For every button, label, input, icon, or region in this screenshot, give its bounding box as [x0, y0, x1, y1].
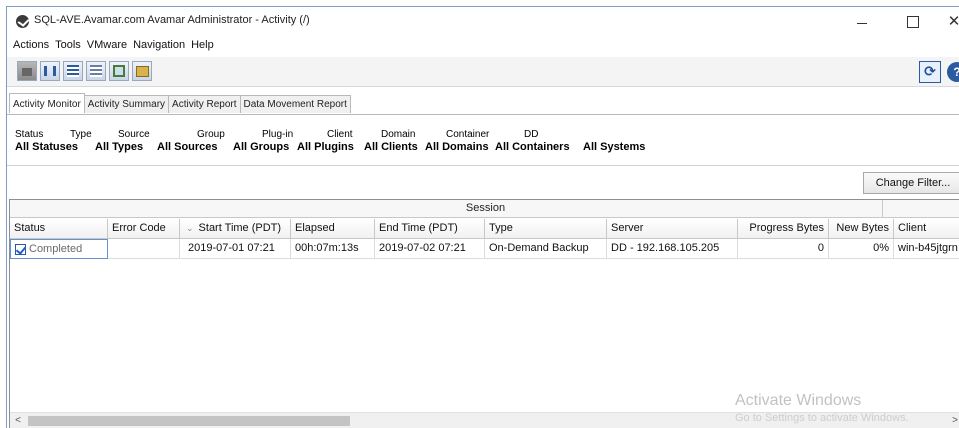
tab-activity-monitor[interactable]: Activity Monitor	[9, 93, 85, 113]
menu-vmware[interactable]: VMware	[87, 37, 127, 55]
filter-divider	[7, 165, 959, 166]
column-header-new-bytes[interactable]: New Bytes	[829, 219, 894, 239]
change-filter-button[interactable]: Change Filter...	[863, 172, 959, 194]
filter-label-domain: Domain	[381, 129, 416, 140]
cell-elapsed: 00h:07m:13s	[291, 239, 375, 259]
help-icon: ?	[953, 65, 959, 79]
scroll-left-arrow-icon[interactable]: <	[10, 413, 26, 428]
status-value: Completed	[29, 243, 83, 255]
column-header-start-time[interactable]: ⌄ Start Time (PDT)	[180, 219, 291, 239]
export-button[interactable]	[132, 61, 152, 81]
disabled-action-icon	[22, 68, 32, 76]
group-header-spacer	[882, 200, 959, 218]
close-button[interactable]: ✕	[939, 11, 959, 31]
filter-value-domain: All Domains	[425, 141, 489, 153]
menu-actions[interactable]: Actions	[13, 37, 49, 55]
cell-status[interactable]: Completed	[10, 239, 108, 259]
filter-value-group: All Groups	[233, 141, 290, 153]
scroll-right-arrow-icon[interactable]: >	[947, 413, 959, 428]
cell-error-code	[108, 239, 180, 259]
column-header-server[interactable]: Server	[607, 219, 738, 239]
menu-bar: Actions Tools VMware Navigation Help	[7, 37, 214, 55]
filter-value-plugin: All Plugins	[297, 141, 354, 153]
menu-tools[interactable]: Tools	[55, 37, 81, 55]
filter-value-status: All Statuses	[15, 141, 78, 153]
filter-value-client: All Clients	[364, 141, 418, 153]
filter-label-container: Container	[446, 129, 490, 140]
help-button[interactable]: ?	[947, 62, 959, 82]
filter-value-type: All Types	[95, 141, 144, 153]
cancel-activity-icon	[113, 65, 125, 77]
details-button[interactable]	[63, 61, 83, 81]
cell-type: On-Demand Backup	[485, 239, 607, 259]
activate-windows-title: Activate Windows	[735, 392, 862, 409]
columns-button[interactable]	[40, 61, 60, 81]
avamar-logo-icon	[16, 15, 29, 28]
filter-label-plugin: Plug-in	[262, 129, 294, 140]
column-header-error-code[interactable]: Error Code	[108, 219, 180, 239]
checkbox-checked-icon	[15, 244, 26, 255]
tab-strip: Activity Monitor Activity Summary Activi…	[9, 93, 351, 115]
cancel-activity-button[interactable]	[109, 61, 129, 81]
filter-label-group: Group	[197, 129, 225, 140]
tab-activity-report[interactable]: Activity Report	[168, 95, 241, 113]
minimize-button[interactable]	[847, 11, 877, 31]
filter-value-source: All Sources	[157, 141, 218, 153]
session-group-label: Session	[465, 202, 506, 214]
details-list-icon	[67, 65, 79, 77]
cell-server: DD - 192.168.105.205	[607, 239, 738, 259]
filter-value-container: All Containers	[495, 141, 570, 153]
window-title: SQL-AVE.Avamar.com Avamar Administrator …	[34, 14, 310, 26]
filter-label-dd: DD	[524, 129, 539, 140]
maximize-button[interactable]	[897, 11, 927, 31]
log-button[interactable]	[86, 61, 106, 81]
toolbar: ⟳ ?	[7, 57, 959, 87]
export-icon	[136, 66, 149, 77]
filter-label-type: Type	[70, 129, 92, 140]
disabled-toolbar-button[interactable]	[17, 61, 37, 81]
title-bar[interactable]: SQL-AVE.Avamar.com Avamar Administrator …	[7, 7, 959, 35]
filter-label-status: Status	[15, 129, 44, 140]
tab-activity-summary[interactable]: Activity Summary	[83, 95, 170, 113]
filter-label-source: Source	[118, 129, 150, 140]
app-window: SQL-AVE.Avamar.com Avamar Administrator …	[6, 6, 959, 428]
sort-descending-icon: ⌄	[186, 224, 194, 234]
menu-navigation[interactable]: Navigation	[133, 37, 185, 55]
column-header-type[interactable]: Type	[485, 219, 607, 239]
cell-client: win-b45jtgrn	[894, 239, 959, 259]
menu-help[interactable]: Help	[191, 37, 214, 55]
cell-new-bytes: 0%	[829, 239, 894, 259]
column-header-elapsed[interactable]: Elapsed	[291, 219, 375, 239]
tab-data-movement-report[interactable]: Data Movement Report	[239, 95, 351, 113]
column-header-start-time-label: Start Time (PDT)	[198, 222, 282, 234]
column-header-status[interactable]: Status	[10, 219, 108, 239]
column-header-progress-bytes[interactable]: Progress Bytes	[738, 219, 829, 239]
cell-progress-bytes: 0	[738, 239, 829, 259]
refresh-button[interactable]: ⟳	[919, 61, 941, 83]
column-header-end-time[interactable]: End Time (PDT)	[375, 219, 485, 239]
activate-windows-subtitle: Go to Settings to activate Windows.	[735, 412, 909, 424]
scrollbar-thumb[interactable]	[28, 416, 350, 426]
tab-divider	[7, 114, 959, 115]
cell-end-time: 2019-07-02 07:21	[375, 239, 485, 259]
cell-start-time: 2019-07-01 07:21	[180, 239, 291, 259]
session-group-header: Session	[10, 200, 959, 218]
filter-value-dd: All Systems	[583, 141, 646, 153]
refresh-icon: ⟳	[924, 64, 936, 80]
filter-label-client: Client	[327, 129, 353, 140]
log-list-icon	[90, 65, 102, 77]
column-header-client[interactable]: Client	[894, 219, 959, 239]
columns-icon	[44, 66, 56, 76]
